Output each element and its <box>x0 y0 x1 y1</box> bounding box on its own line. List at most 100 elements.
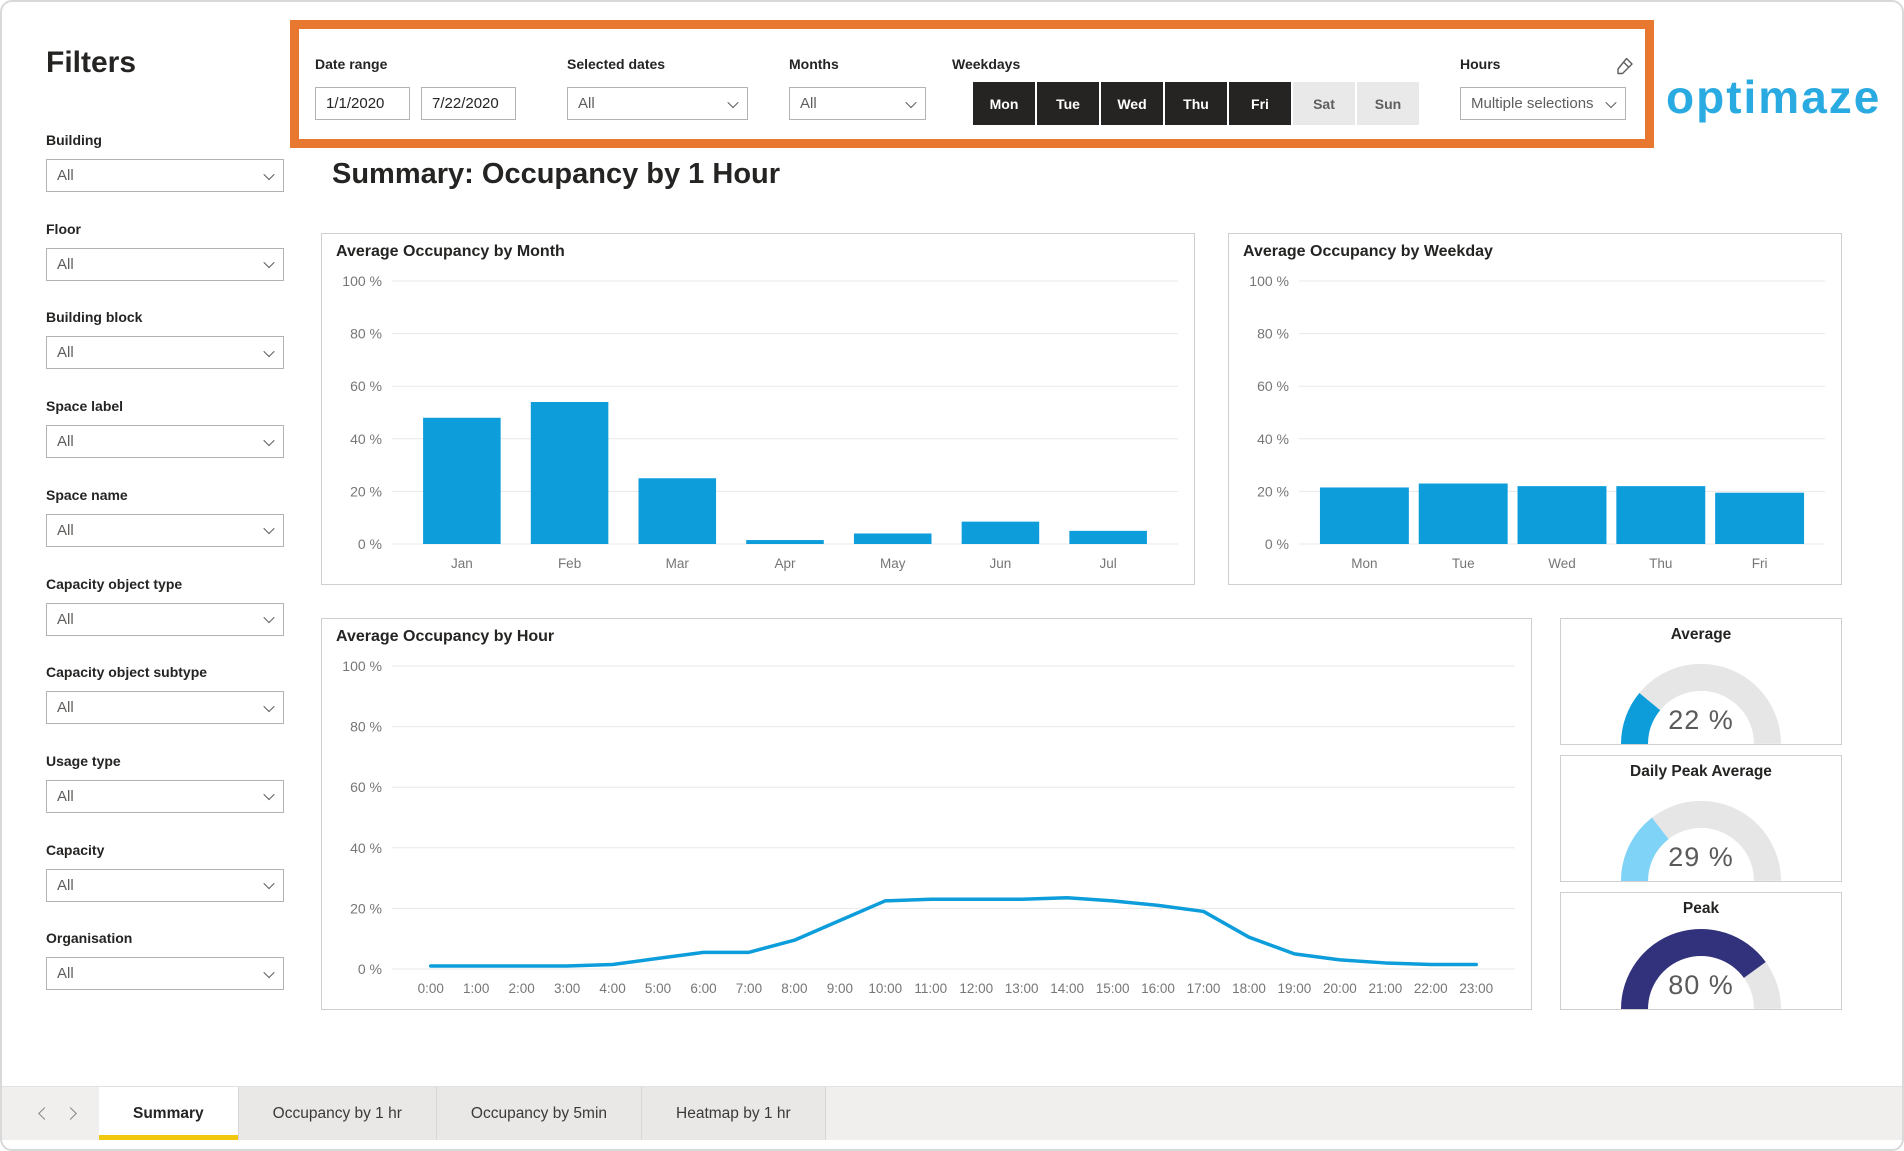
date-end-input[interactable] <box>421 87 516 120</box>
filter-group-space-name: Space nameAll <box>46 487 284 547</box>
date-start-input[interactable] <box>315 87 410 120</box>
svg-text:0:00: 0:00 <box>418 981 444 996</box>
svg-text:12:00: 12:00 <box>959 981 993 996</box>
filter-dropdown-capacity-object-type[interactable]: All <box>46 603 284 636</box>
filter-label-organisation: Organisation <box>46 930 284 946</box>
svg-text:100 %: 100 % <box>342 658 382 674</box>
eraser-icon[interactable] <box>1612 54 1636 78</box>
filter-dropdown-space-label[interactable]: All <box>46 425 284 458</box>
chevron-down-icon <box>263 878 274 889</box>
svg-text:Apr: Apr <box>774 556 796 571</box>
months-dropdown[interactable]: All <box>789 87 926 120</box>
weekday-toggle-wed[interactable]: Wed <box>1101 82 1163 125</box>
chart-avg-occupancy-by-hour[interactable]: Average Occupancy by Hour 100 %80 %60 %4… <box>321 618 1532 1010</box>
months-label: Months <box>789 56 839 72</box>
filter-label-space-label: Space label <box>46 398 284 414</box>
weekday-toggle-mon[interactable]: Mon <box>973 82 1035 125</box>
chevron-left-icon <box>38 1107 51 1120</box>
filter-group-floor: FloorAll <box>46 221 284 281</box>
weekday-toggle-sat[interactable]: Sat <box>1293 82 1355 125</box>
filter-dropdown-building-block[interactable]: All <box>46 336 284 369</box>
chevron-down-icon <box>263 168 274 179</box>
chevron-down-icon <box>263 967 274 978</box>
selected-dates-dropdown[interactable]: All <box>567 87 748 120</box>
tab-occupancy-by-1-hr[interactable]: Occupancy by 1 hr <box>239 1087 437 1140</box>
chevron-down-icon <box>263 435 274 446</box>
weekday-toggle-tue[interactable]: Tue <box>1037 82 1099 125</box>
chevron-down-icon <box>263 612 274 623</box>
svg-text:23:00: 23:00 <box>1459 981 1493 996</box>
tab-nav-left[interactable] <box>34 1087 54 1140</box>
filter-group-building-block: Building blockAll <box>46 309 284 369</box>
dropdown-value: All <box>57 965 74 982</box>
dropdown-value: All <box>57 167 74 184</box>
chevron-right-icon <box>64 1107 77 1120</box>
svg-text:100 %: 100 % <box>342 273 382 289</box>
filter-label-capacity-object-type: Capacity object type <box>46 576 284 592</box>
dropdown-value: All <box>57 344 74 361</box>
svg-text:3:00: 3:00 <box>554 981 580 996</box>
weekday-toggle-fri[interactable]: Fri <box>1229 82 1291 125</box>
chevron-down-icon <box>263 789 274 800</box>
svg-text:80 %: 80 % <box>350 719 382 735</box>
tab-nav-right[interactable] <box>60 1087 80 1140</box>
svg-text:100 %: 100 % <box>1249 273 1289 289</box>
chart-avg-occupancy-by-weekday[interactable]: Average Occupancy by Weekday 100 %80 %60… <box>1228 233 1842 585</box>
chart-avg-occupancy-by-month[interactable]: Average Occupancy by Month 100 %80 %60 %… <box>321 233 1195 585</box>
svg-text:40 %: 40 % <box>1257 431 1289 447</box>
svg-text:60 %: 60 % <box>350 779 382 795</box>
svg-text:20 %: 20 % <box>1257 483 1289 499</box>
filter-group-building: BuildingAll <box>46 132 284 192</box>
svg-text:17:00: 17:00 <box>1187 981 1221 996</box>
filter-group-capacity-object-type: Capacity object type All <box>46 576 284 636</box>
gauge-daily-peak-average[interactable]: Daily Peak Average 29 % <box>1560 755 1842 882</box>
svg-text:0 %: 0 % <box>1265 536 1289 552</box>
filter-dropdown-organisation[interactable]: All <box>46 957 284 990</box>
weekday-toggle-sun[interactable]: Sun <box>1357 82 1419 125</box>
weekday-button-group: MonTueWedThuFriSatSun <box>973 82 1421 125</box>
chevron-down-icon <box>263 701 274 712</box>
chevron-down-icon <box>1605 96 1616 107</box>
svg-text:16:00: 16:00 <box>1141 981 1175 996</box>
filter-dropdown-space-name[interactable]: All <box>46 514 284 547</box>
tab-occupancy-by-5min[interactable]: Occupancy by 5min <box>437 1087 642 1140</box>
svg-text:20 %: 20 % <box>350 900 382 916</box>
filter-bar-highlight <box>290 20 1654 148</box>
filter-group-capacity: CapacityAll <box>46 842 284 902</box>
svg-text:13:00: 13:00 <box>1005 981 1039 996</box>
filter-dropdown-floor[interactable]: All <box>46 248 284 281</box>
gauge-peak[interactable]: Peak 80 % <box>1560 892 1842 1010</box>
gauge-title: Average <box>1561 626 1841 644</box>
svg-text:2:00: 2:00 <box>509 981 535 996</box>
dropdown-value: All <box>57 877 74 894</box>
tab-summary[interactable]: Summary <box>99 1087 239 1140</box>
weekday-toggle-thu[interactable]: Thu <box>1165 82 1227 125</box>
filter-dropdown-building[interactable]: All <box>46 159 284 192</box>
gauge-average[interactable]: Average 22 % <box>1560 618 1842 745</box>
tab-heatmap-by-1-hr[interactable]: Heatmap by 1 hr <box>642 1087 826 1140</box>
svg-text:5:00: 5:00 <box>645 981 671 996</box>
occupancy-dashboard: { "logo": "optimaze", "page_title": "Sum… <box>0 0 1904 1151</box>
tab-list: SummaryOccupancy by 1 hrOccupancy by 5mi… <box>99 1087 826 1140</box>
dropdown-value: All <box>57 611 74 628</box>
gauge-title: Daily Peak Average <box>1561 763 1841 781</box>
svg-text:May: May <box>880 556 906 571</box>
filter-dropdown-usage-type[interactable]: All <box>46 780 284 813</box>
svg-text:4:00: 4:00 <box>599 981 625 996</box>
filters-sidebar: Filters BuildingAllFloorAllBuilding bloc… <box>46 46 284 1026</box>
chevron-down-icon <box>263 523 274 534</box>
dropdown-value: All <box>57 522 74 539</box>
months-value: All <box>800 95 817 112</box>
month-bar-plot: 100 %80 %60 %40 %20 %0 %JanFebMarAprMayJ… <box>322 234 1194 584</box>
svg-text:Mar: Mar <box>666 556 690 571</box>
chevron-down-icon <box>263 257 274 268</box>
svg-text:40 %: 40 % <box>350 431 382 447</box>
selected-dates-value: All <box>578 95 595 112</box>
chart-title: Average Occupancy by Month <box>336 243 565 261</box>
filter-dropdown-capacity[interactable]: All <box>46 869 284 902</box>
dropdown-value: All <box>57 699 74 716</box>
svg-text:0 %: 0 % <box>358 536 382 552</box>
filter-dropdown-capacity-object-subtype[interactable]: All <box>46 691 284 724</box>
svg-text:11:00: 11:00 <box>914 981 947 996</box>
hours-dropdown[interactable]: Multiple selections <box>1460 87 1626 120</box>
